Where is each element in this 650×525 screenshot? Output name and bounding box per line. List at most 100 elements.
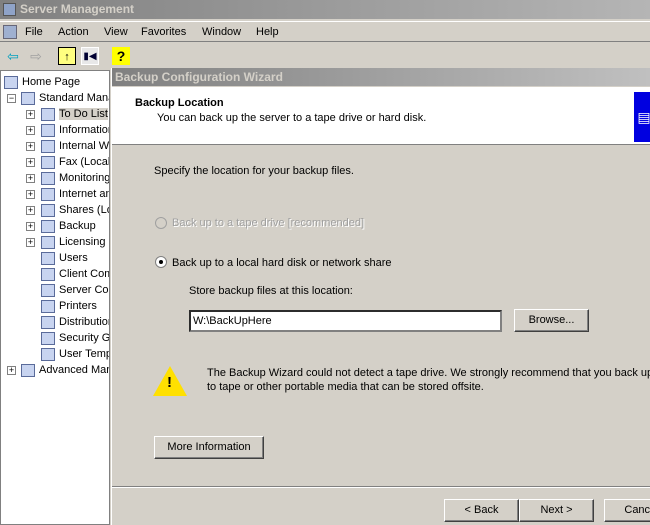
tree-node-icon <box>41 251 55 265</box>
tree-item[interactable]: Licensing <box>41 234 105 250</box>
tree-expander[interactable]: + <box>26 206 35 215</box>
tree-node-icon <box>41 139 55 153</box>
window-title-bar: Server Management <box>0 0 650 19</box>
warning-icon: ! <box>153 366 187 396</box>
menu-view[interactable]: View <box>104 26 128 38</box>
menu-action[interactable]: Action <box>58 26 89 38</box>
tree-item-label: User Templates <box>59 348 110 360</box>
tree-node-icon <box>21 363 35 377</box>
tree-item[interactable]: Server Computers <box>41 282 109 298</box>
tree-item-label: Standard Management <box>39 92 109 104</box>
tree-node-icon <box>41 203 55 217</box>
back-button[interactable]: < Back <box>444 499 519 522</box>
tree-expander[interactable]: − <box>7 94 16 103</box>
tree-item-label: Client Computers <box>59 268 109 280</box>
tree-item-label: Shares (Local) <box>59 204 109 216</box>
tree-expander[interactable]: + <box>26 110 35 119</box>
tree-item[interactable]: Information Center <box>41 122 109 138</box>
tree-node-icon <box>41 315 55 329</box>
tree-item-label: Users <box>59 252 88 264</box>
tree-expander[interactable]: + <box>26 222 35 231</box>
tree-node-icon <box>41 107 55 121</box>
warning-text-line1: The Backup Wizard could not detect a tap… <box>207 367 650 379</box>
menu-bar: File Action View Favorites Window Help <box>0 21 650 42</box>
mmc-icon <box>3 25 17 39</box>
app-icon <box>3 3 16 16</box>
tree-item[interactable]: To Do List <box>41 106 108 122</box>
tree-item[interactable]: Internal Web <box>41 138 109 154</box>
tree-item[interactable]: Shares (Local) <box>41 202 109 218</box>
tree-item[interactable]: Security Groups <box>41 330 110 346</box>
tree-node-icon <box>41 331 55 345</box>
hard-disk-radio[interactable] <box>155 256 167 268</box>
tree-expander[interactable]: + <box>26 190 35 199</box>
console-tree: Home Page− Standard Management + To Do List… <box>0 70 110 525</box>
tree-node-icon <box>21 91 35 105</box>
tree-item-label: Internal Web <box>59 140 109 152</box>
tree-item[interactable]: Backup <box>41 218 96 234</box>
menu-window[interactable]: Window <box>202 26 241 38</box>
tree-item-label: Backup <box>59 220 96 232</box>
tree-node-icon <box>41 171 55 185</box>
menu-file[interactable]: File <box>25 26 43 38</box>
more-information-button[interactable]: More Information <box>154 436 264 459</box>
tree-item[interactable]: Users <box>41 250 88 266</box>
show-hide-tree-icon[interactable]: ▮◀ <box>81 47 99 65</box>
tree-item-label: To Do List <box>59 108 108 120</box>
menu-help[interactable]: Help <box>256 26 279 38</box>
hard-disk-label: Back up to a local hard disk or network … <box>172 257 392 269</box>
backup-location-input[interactable] <box>189 310 502 332</box>
instruction-text: Specify the location for your backup fil… <box>154 165 354 177</box>
tree-item-label: Security Groups <box>59 332 110 344</box>
tree-item-label: Advanced Management <box>39 364 109 376</box>
tape-drive-radio[interactable] <box>155 217 167 229</box>
tree-item[interactable]: Fax (Local) <box>41 154 109 170</box>
cancel-button[interactable]: Cancel <box>604 499 650 522</box>
warning-text-line2: to tape or other portable media that can… <box>207 381 484 393</box>
tree-node-icon <box>41 219 55 233</box>
tree-expander[interactable]: + <box>7 366 16 375</box>
back-arrow-icon[interactable]: ⇦ <box>4 47 22 65</box>
forward-arrow-icon[interactable]: ⇨ <box>27 47 45 65</box>
next-button[interactable]: Next > <box>519 499 594 522</box>
tree-node-icon <box>41 235 55 249</box>
tree-item-label: Licensing <box>59 236 106 248</box>
tree-item[interactable]: Monitoring <box>41 170 110 186</box>
tree-node-icon <box>41 155 55 169</box>
tree-item[interactable]: Printers <box>41 298 97 314</box>
tree-expander[interactable]: + <box>26 142 35 151</box>
tree-node-icon <box>41 267 55 281</box>
tree-node-icon <box>41 283 55 297</box>
tree-expander[interactable]: + <box>26 126 35 135</box>
menu-favorites[interactable]: Favorites <box>141 26 186 38</box>
backup-wizard-graphic-icon: ▤ <box>634 92 650 142</box>
up-folder-icon[interactable]: ↑ <box>58 47 76 65</box>
tree-item-label: Server Computers <box>59 284 109 296</box>
tree-expander[interactable]: + <box>26 238 35 247</box>
tree-node-icon <box>41 299 55 313</box>
location-label: Store backup files at this location: <box>189 285 353 297</box>
divider <box>112 486 650 488</box>
tree-expander[interactable]: + <box>26 174 35 183</box>
tree-item-label: Distribution Groups <box>59 316 110 328</box>
window-title: Server Management <box>20 2 135 16</box>
tree-item[interactable]: Distribution Groups <box>41 314 110 330</box>
wizard-heading: Backup Location <box>135 97 224 109</box>
wizard-header: Backup Location You can back up the serv… <box>112 87 650 145</box>
tree-node-icon <box>41 187 55 201</box>
tree-node-icon <box>41 123 55 137</box>
tree-item[interactable]: Standard Management <box>21 90 109 106</box>
tree-item[interactable]: User Templates <box>41 346 110 362</box>
tree-item-label: Internet and E-mail <box>59 188 109 200</box>
tree-expander[interactable]: + <box>26 158 35 167</box>
browse-button[interactable]: Browse... <box>514 309 589 332</box>
tree-item[interactable]: Home Page <box>4 74 80 90</box>
tree-item-label: Home Page <box>22 76 81 88</box>
tree-item-label: Monitoring <box>59 172 110 184</box>
tree-item[interactable]: Advanced Management <box>21 362 109 378</box>
tape-drive-label: Back up to a tape drive [recommended] <box>172 217 364 229</box>
toolbar: ⇦ ⇨ ↑ ▮◀ ? <box>0 44 650 68</box>
tree-item[interactable]: Internet and E-mail <box>41 186 109 202</box>
help-icon[interactable]: ? <box>112 47 130 65</box>
tree-item[interactable]: Client Computers <box>41 266 109 282</box>
